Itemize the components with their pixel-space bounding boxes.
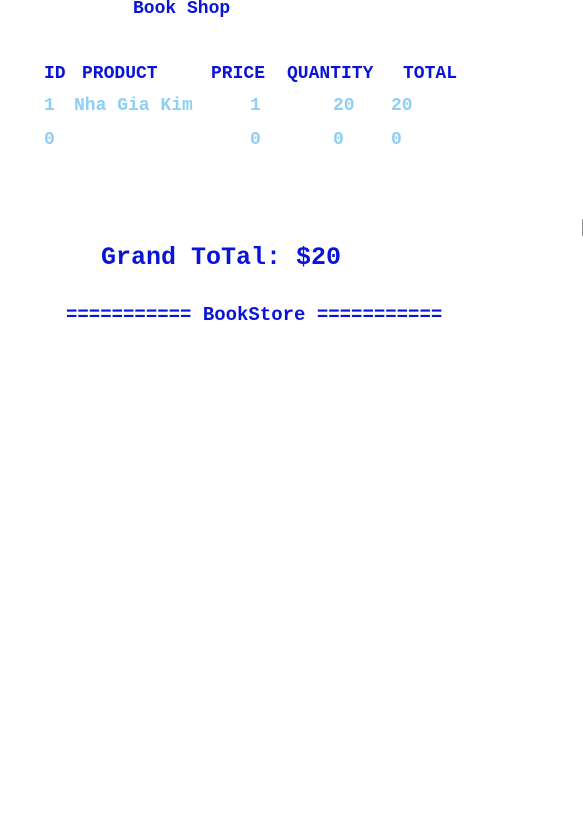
table-row-1-product: Nha Gia Kim [74,96,193,116]
table-row-2-total: 0 [391,130,402,150]
page-title: Book Shop [133,0,231,19]
table-row-2-quantity: 0 [333,130,344,150]
footer-banner: =========== BookStore =========== [66,304,443,326]
table-row-1-price: 1 [250,96,261,116]
table-header-id: ID [44,64,66,84]
table-row-2-price: 0 [250,130,261,150]
grand-total: Grand ToTal: $20 [101,243,342,272]
table-row-1-quantity: 20 [333,96,355,116]
table-header-price: PRICE [211,64,266,84]
table-row-2-id: 0 [44,130,55,150]
table-header-product: PRODUCT [82,64,158,84]
table-row-1-id: 1 [44,96,55,116]
table-row-1-total: 20 [391,96,413,116]
mouse-pointer-icon [563,201,583,237]
table-header-total: TOTAL [403,64,458,84]
table-header-quantity: QUANTITY [287,64,374,84]
